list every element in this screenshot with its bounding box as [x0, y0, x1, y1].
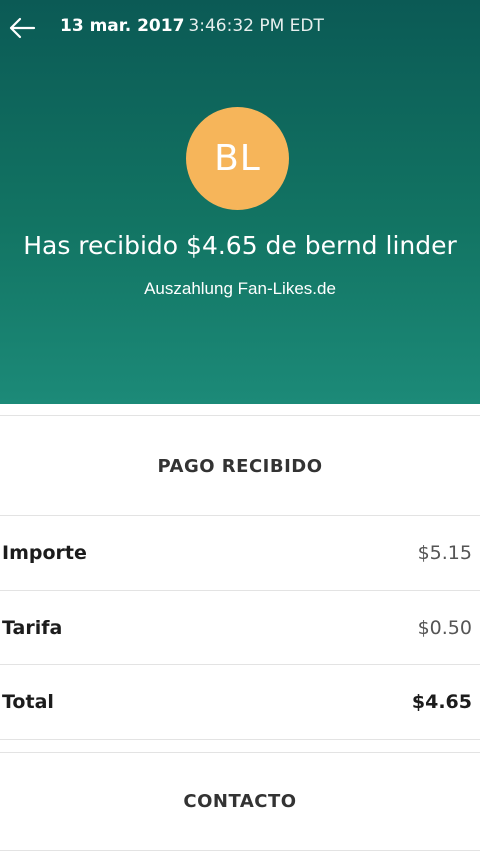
- row-label: Importe: [2, 542, 87, 564]
- back-button[interactable]: [6, 12, 38, 44]
- contact-section-title: CONTACTO: [183, 791, 297, 812]
- divider: [0, 752, 480, 753]
- transaction-note: Auszahlung Fan-Likes.de: [144, 279, 336, 298]
- avatar: BL: [186, 107, 289, 210]
- payment-row-total: Total $4.65: [0, 665, 480, 739]
- row-value: $4.65: [411, 691, 472, 713]
- avatar-initials: BL: [214, 138, 261, 179]
- divider: [0, 850, 480, 851]
- payment-section-title: PAGO RECIBIDO: [157, 456, 323, 477]
- row-value: $5.15: [417, 542, 472, 564]
- top-bar: 13 mar. 2017 3:46:32 PM EDT: [0, 0, 480, 56]
- row-label: Tarifa: [2, 617, 63, 639]
- transaction-date: 13 mar. 2017: [60, 16, 185, 36]
- row-label: Total: [2, 691, 54, 713]
- arrow-left-icon: [9, 17, 36, 39]
- payment-row-tarifa: Tarifa $0.50: [0, 591, 480, 665]
- divider: [0, 739, 480, 740]
- transaction-header: 13 mar. 2017 3:46:32 PM EDT BL Has recibi…: [0, 0, 480, 404]
- divider: [0, 415, 480, 416]
- transaction-headline: Has recibido $4.65 de bernd linder: [23, 231, 457, 260]
- row-value: $0.50: [417, 617, 472, 639]
- transaction-datetime: 13 mar. 2017 3:46:32 PM EDT: [60, 16, 324, 36]
- payment-row-importe: Importe $5.15: [0, 516, 480, 590]
- transaction-time: 3:46:32 PM EDT: [188, 16, 324, 36]
